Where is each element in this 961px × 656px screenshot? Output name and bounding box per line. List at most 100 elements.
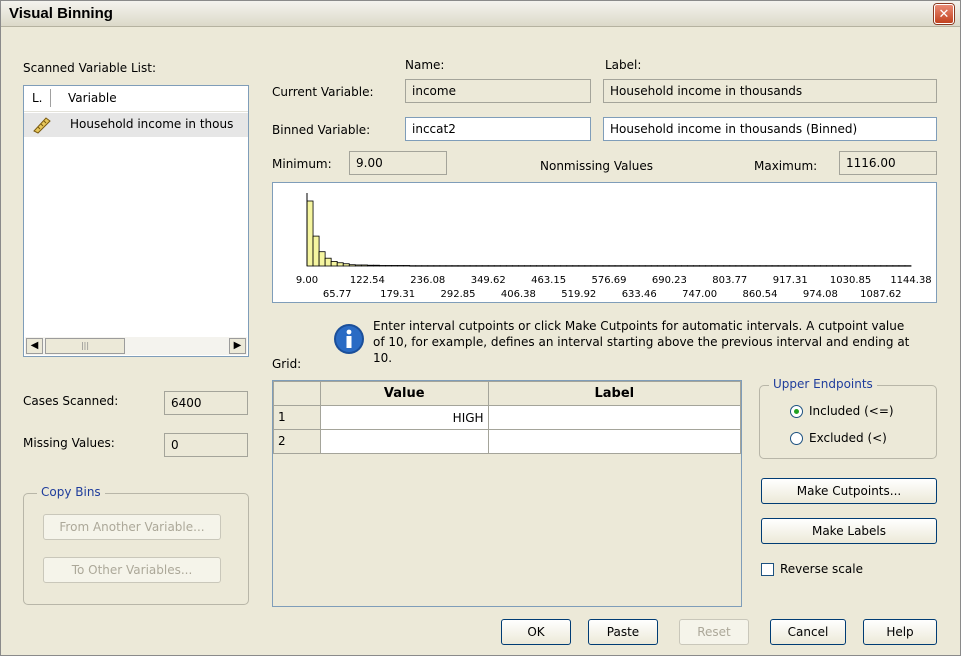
scanned-variable-list-label: Scanned Variable List: — [23, 61, 157, 75]
from-another-variable-button[interactable]: From Another Variable... — [43, 514, 221, 540]
grid-column-label[interactable]: Label — [487, 381, 742, 406]
reset-button[interactable]: Reset — [679, 619, 749, 645]
make-cutpoints-button[interactable]: Make Cutpoints... — [761, 478, 937, 504]
chevron-right-icon: ▶ — [233, 340, 242, 351]
binned-variable-label-input[interactable]: Household income in thousands (Binned) — [603, 117, 937, 141]
row-number[interactable]: 2 — [273, 429, 321, 454]
to-other-variables-button[interactable]: To Other Variables... — [43, 557, 221, 583]
title-bar[interactable]: Visual Binning ✕ — [1, 1, 960, 27]
ruler-icon — [33, 117, 51, 134]
histogram-bar — [367, 264, 374, 267]
histogram-bar — [517, 265, 525, 267]
paste-button[interactable]: Paste — [588, 619, 658, 645]
histogram-bar — [626, 265, 634, 267]
reverse-scale-label[interactable]: Reverse scale — [780, 562, 863, 576]
histogram-bar — [668, 265, 676, 267]
column-header-level[interactable]: L. — [32, 91, 43, 105]
paste-label: Paste — [606, 625, 640, 639]
make-labels-label: Make Labels — [811, 524, 887, 538]
info-text-line-3: 10. — [373, 351, 393, 365]
scroll-right-button[interactable]: ▶ — [229, 338, 246, 354]
x-tick-label-top: 463.15 — [531, 275, 566, 286]
histogram-bar — [596, 265, 604, 267]
histogram-bar — [427, 265, 435, 267]
row-number[interactable]: 1 — [273, 405, 321, 430]
histogram-bar — [536, 265, 543, 267]
scanned-variable-list[interactable]: L. Variable Household income in thous ◀ … — [23, 85, 249, 357]
histogram-bar — [336, 262, 344, 267]
grid-cell-label[interactable] — [487, 405, 742, 430]
grid-column-value[interactable]: Value — [319, 381, 489, 406]
histogram-bar — [511, 265, 519, 267]
histogram-bar — [560, 265, 568, 267]
histogram-bar — [826, 265, 833, 267]
excluded-radio[interactable] — [790, 432, 803, 445]
excluded-radio-label[interactable]: Excluded (<) — [809, 431, 887, 445]
histogram-bar — [711, 265, 719, 267]
x-tick-label-bottom: 974.08 — [803, 289, 838, 300]
histogram-bar — [481, 265, 489, 267]
histogram-bar — [687, 265, 694, 267]
binned-variable-name-input[interactable]: inccat2 — [405, 117, 591, 141]
grid-cell-value[interactable] — [319, 429, 489, 454]
histogram-bar — [391, 265, 398, 267]
histogram-bar — [415, 265, 423, 267]
table-row[interactable]: 2 — [273, 429, 742, 454]
help-button[interactable]: Help — [863, 619, 937, 645]
x-tick-label-top: 1144.38 — [890, 275, 931, 286]
reverse-scale-checkbox[interactable] — [761, 563, 774, 576]
x-tick-label-bottom: 406.38 — [501, 289, 536, 300]
x-tick-label-bottom: 179.31 — [380, 289, 415, 300]
included-radio-label[interactable]: Included (<=) — [809, 404, 894, 418]
histogram-bar — [318, 251, 326, 267]
grid-cell-label[interactable] — [487, 429, 742, 454]
visual-binning-dialog: Visual Binning ✕ Scanned Variable List: … — [0, 0, 961, 656]
histogram-bar — [385, 265, 392, 267]
grid-cell-value[interactable]: HIGH — [319, 405, 489, 430]
table-row[interactable]: 1 HIGH — [273, 405, 742, 430]
reset-label: Reset — [697, 625, 731, 639]
cancel-button[interactable]: Cancel — [770, 619, 846, 645]
histogram-bar — [542, 265, 549, 267]
histogram-chart: 9.00 122.54 236.08 349.62 463.15 576.69 690.23… — [296, 193, 932, 300]
histogram-bar — [856, 265, 864, 267]
histogram-bar — [644, 265, 652, 267]
make-labels-button[interactable]: Make Labels — [761, 518, 937, 544]
histogram-bar — [747, 265, 755, 267]
info-text-line-1: Enter interval cutpoints or click Make C… — [373, 319, 905, 333]
histogram-bar — [433, 265, 441, 267]
histogram-bar — [777, 265, 785, 267]
scroll-thumb[interactable]: ||| — [45, 338, 125, 354]
list-item[interactable]: Household income in thous — [24, 113, 248, 137]
grip-icon: ||| — [80, 341, 90, 350]
minimum-label: Minimum: — [272, 157, 332, 171]
histogram-bar — [409, 265, 417, 267]
histogram-bar — [445, 265, 453, 267]
histogram-bar — [874, 265, 882, 267]
window-title: Visual Binning — [9, 5, 113, 22]
cases-scanned-label: Cases Scanned: — [23, 394, 119, 408]
histogram-bar — [789, 265, 797, 267]
histogram-bar — [807, 265, 815, 267]
horizontal-scrollbar[interactable]: ◀ ||| ▶ — [25, 337, 247, 355]
grid-corner — [273, 381, 321, 406]
close-button[interactable]: ✕ — [934, 4, 954, 24]
included-radio[interactable] — [790, 405, 803, 418]
x-tick-label-bottom: 292.85 — [441, 289, 476, 300]
histogram-bar — [421, 265, 429, 267]
x-tick-label-bottom: 747.00 — [682, 289, 717, 300]
column-header-variable[interactable]: Variable — [68, 91, 117, 105]
histogram-bar — [723, 265, 731, 267]
chevron-left-icon: ◀ — [30, 340, 39, 351]
x-tick-label-top: 1030.85 — [830, 275, 871, 286]
missing-values-label: Missing Values: — [23, 436, 115, 450]
scroll-left-button[interactable]: ◀ — [26, 338, 43, 354]
cutpoint-grid[interactable]: Value Label 1 HIGH 2 — [272, 380, 742, 607]
histogram-bar — [530, 265, 537, 267]
current-variable-name-field: income — [405, 79, 591, 103]
histogram-bar — [469, 265, 477, 267]
histogram-panel[interactable]: 9.00 122.54 236.08 349.62 463.15 576.69 690.23… — [272, 182, 937, 303]
histogram-bar — [403, 265, 411, 267]
ok-button[interactable]: OK — [501, 619, 571, 645]
cases-scanned-value: 6400 — [164, 391, 248, 415]
